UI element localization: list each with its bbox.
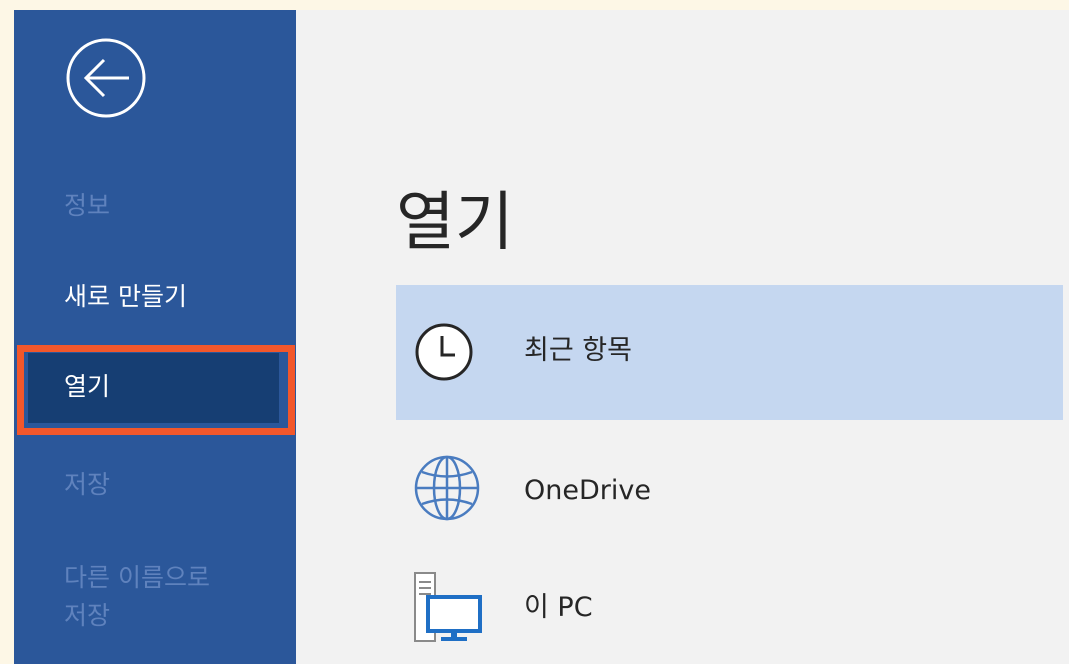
globe-icon: [414, 455, 480, 521]
nav-save: 저장: [64, 470, 111, 499]
computer-icon: [414, 572, 482, 642]
location-label: 최근 항목: [524, 335, 632, 366]
nav-open-highlight-box: [17, 345, 295, 435]
clock-icon: [415, 323, 473, 381]
nav-open[interactable]: 열기: [64, 371, 110, 403]
nav-save-as-line1: 다른 이름으로: [64, 563, 210, 592]
nav-info: 정보: [64, 191, 111, 220]
nav-save-as: 다른 이름으로 저장: [64, 559, 210, 635]
location-label: 이 PC: [524, 592, 593, 623]
location-onedrive[interactable]: OneDrive: [396, 420, 1063, 555]
location-label: OneDrive: [524, 475, 651, 506]
page-title: 열기: [396, 185, 514, 260]
location-recent[interactable]: 최근 항목: [396, 285, 1063, 420]
back-button[interactable]: [60, 36, 154, 120]
back-arrow-circle-icon: [66, 38, 146, 118]
location-this-pc[interactable]: 이 PC: [396, 555, 1063, 664]
nav-save-as-line2: 저장: [64, 601, 111, 630]
nav-new[interactable]: 새로 만들기: [64, 281, 187, 313]
